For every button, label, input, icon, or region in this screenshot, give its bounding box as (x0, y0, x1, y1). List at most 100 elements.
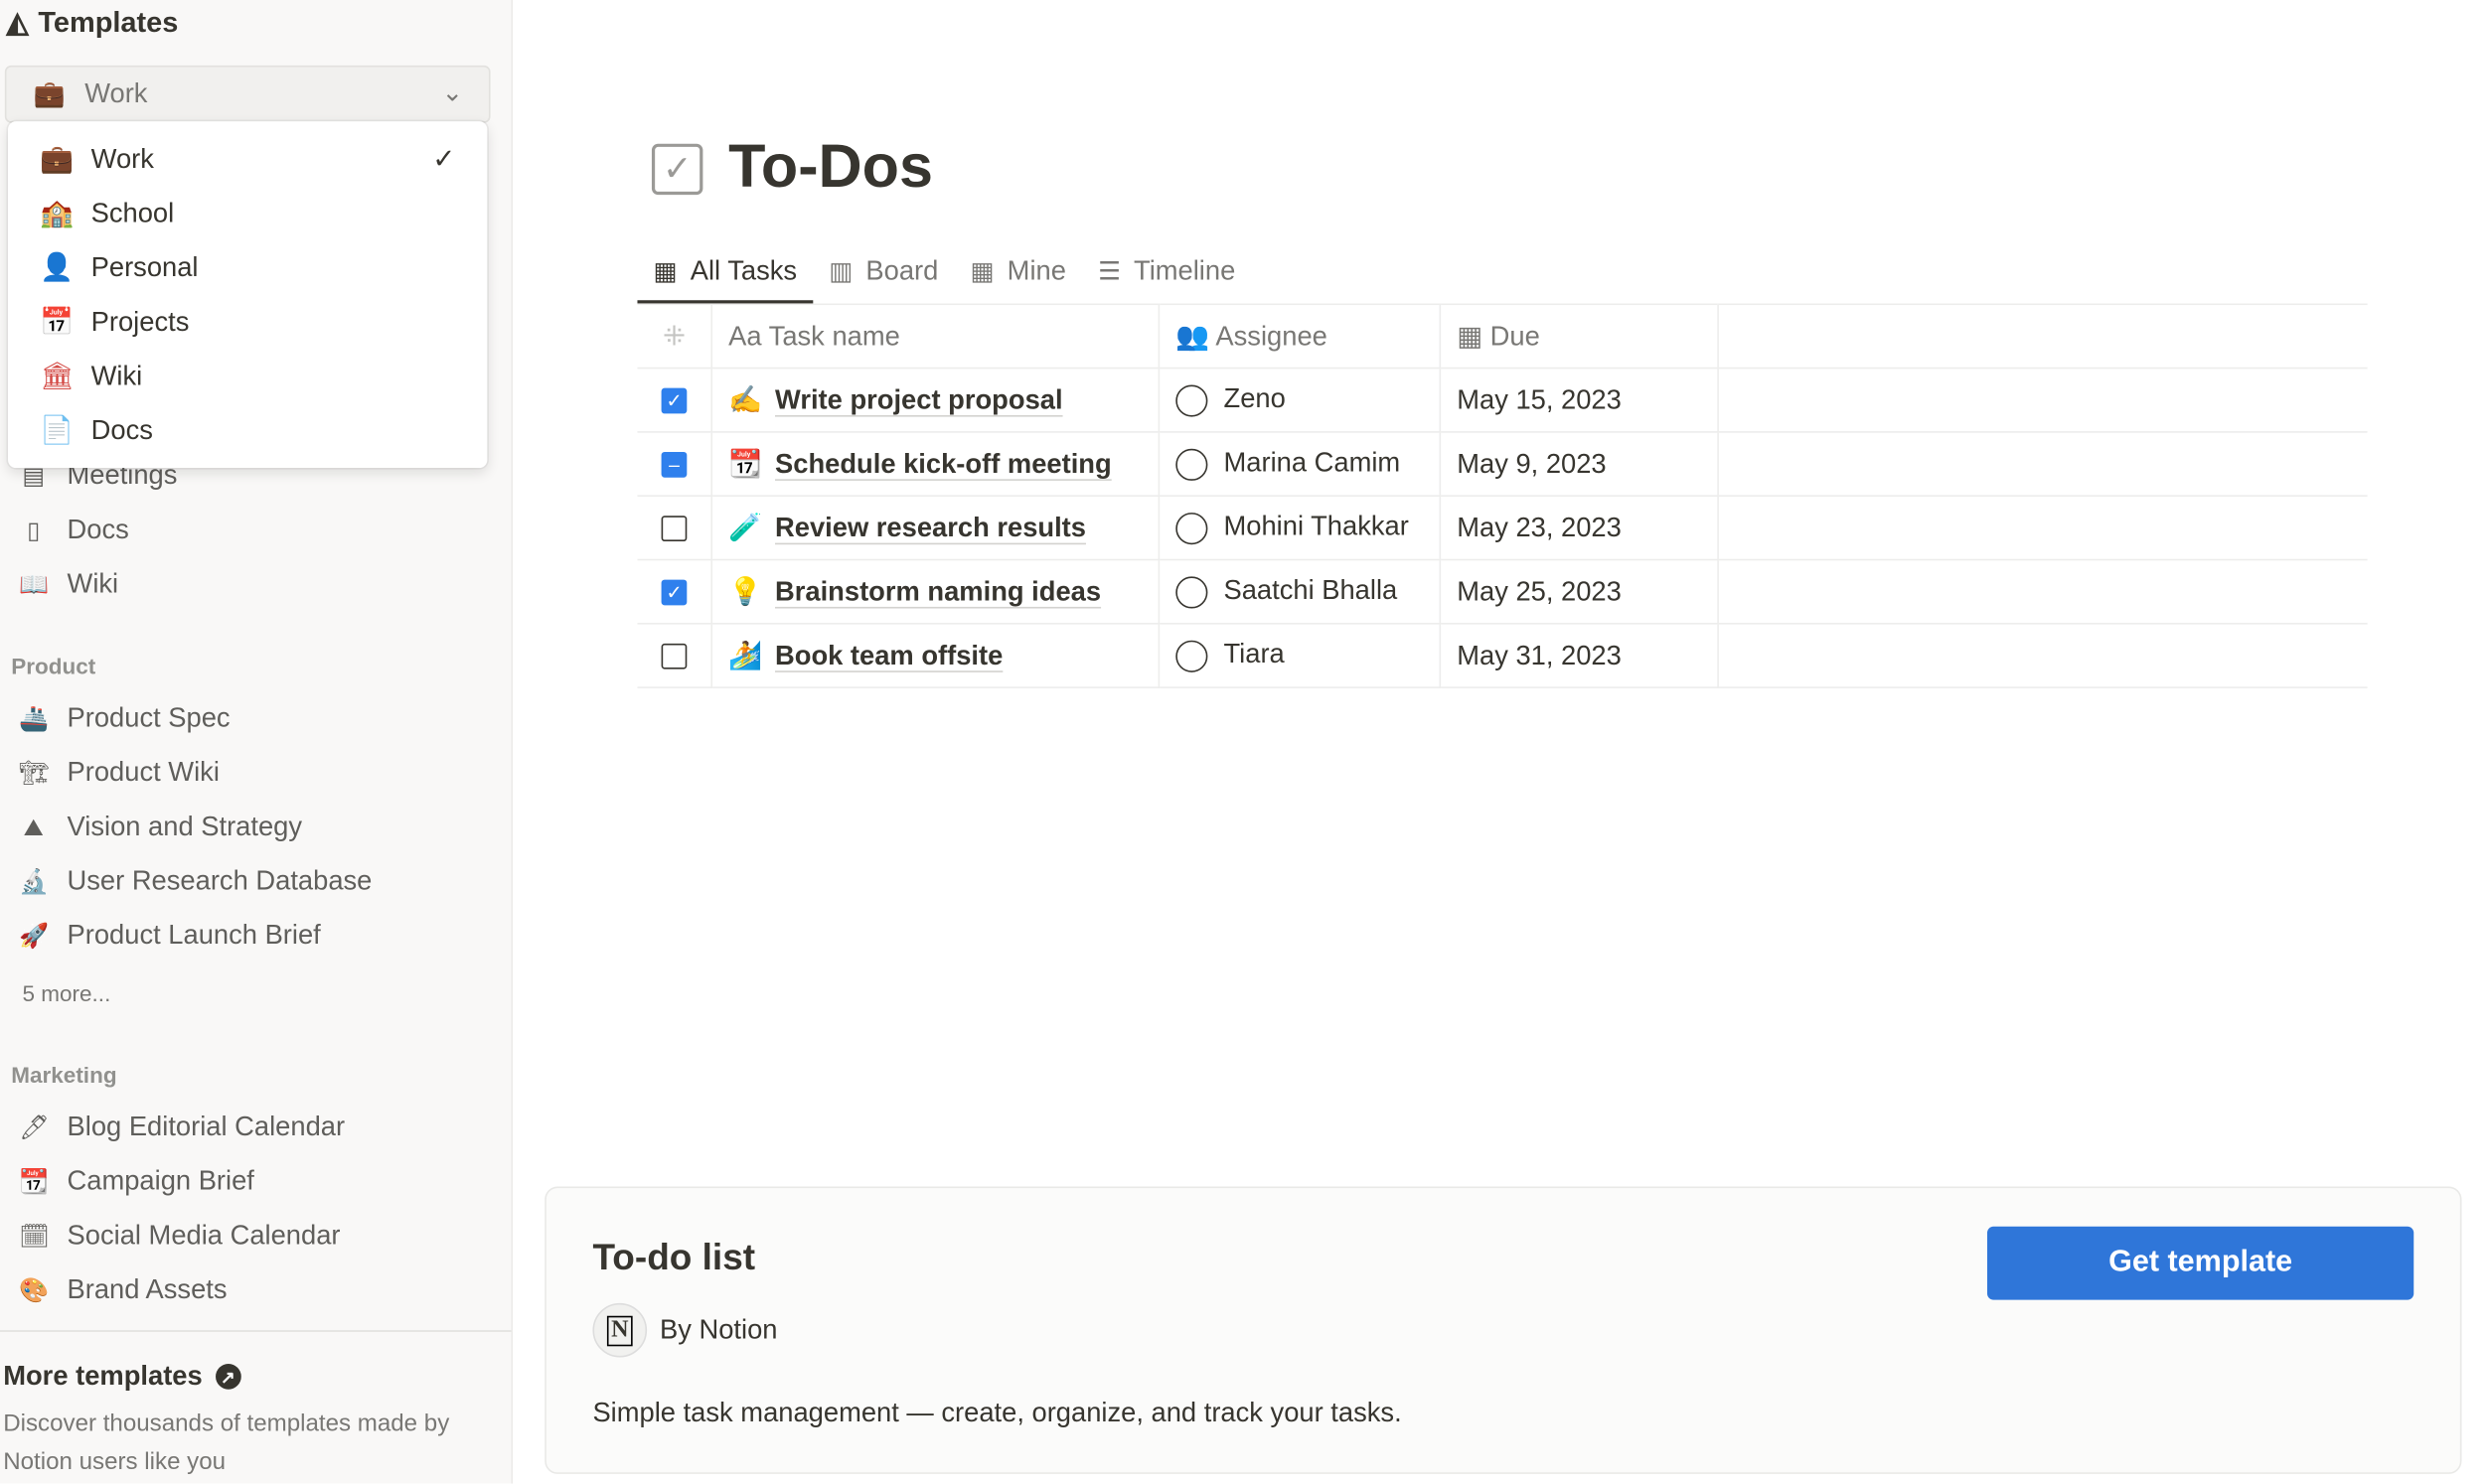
tab-mine[interactable]: ▦ Mine (954, 242, 1082, 300)
due-cell[interactable]: May 31, 2023 (1440, 623, 1719, 688)
due-cell[interactable]: May 15, 2023 (1440, 368, 1719, 433)
due-cell[interactable]: May 25, 2023 (1440, 559, 1719, 625)
calendar-icon: 📅 (40, 306, 75, 338)
empty-cell (1718, 623, 2368, 688)
empty-cell (1718, 559, 2368, 625)
chevron-down-icon: ⌄ (441, 79, 464, 107)
task-name[interactable]: Review research results (775, 512, 1086, 542)
document-icon: 📄 (40, 415, 75, 446)
due-date: May 25, 2023 (1457, 575, 1622, 607)
get-template-button[interactable]: Get template (1986, 1226, 2414, 1300)
sidebar-item-product-spec[interactable]: 🚢 Product Spec (19, 702, 230, 734)
checkbox-checked[interactable]: ✓ (661, 579, 688, 606)
task-cell[interactable]: 📆 Schedule kick-off meeting (711, 431, 1161, 497)
sidebar-item-brand-assets[interactable]: 🎨 Brand Assets (19, 1274, 227, 1306)
category-select[interactable]: 💼 Work ⌄ (4, 65, 491, 123)
checkbox-checked[interactable]: ✓ (661, 387, 688, 414)
calendar-icon: ▦ (1457, 320, 1483, 351)
briefcase-icon: 💼 (33, 80, 66, 109)
task-name[interactable]: Schedule kick-off meeting (775, 448, 1112, 479)
due-cell[interactable]: May 23, 2023 (1440, 496, 1719, 561)
table-row: ✓ ✍️ Write project proposal Zeno May 15, 202… (637, 368, 2368, 433)
calendar-icon: 📆 (19, 1168, 50, 1197)
table-header: ⁜ Aa Task name 👥 Assignee ▦ Due (637, 304, 2368, 370)
assignee-cell[interactable]: Zeno (1159, 368, 1442, 433)
template-author: N By Notion (592, 1302, 777, 1358)
book-icon: 📖 (19, 571, 50, 599)
task-name[interactable]: Book team offsite (775, 640, 1003, 670)
checkbox-unchecked[interactable] (661, 643, 688, 669)
category-menu: 💼 Work ✓ 🏫 School 👤 Personal 📅 Projects 🏛 Wiki… (8, 121, 488, 469)
tab-timeline[interactable]: ☰ Timeline (1082, 242, 1251, 300)
sidebar-item-campaign-brief[interactable]: 📆 Campaign Brief (19, 1166, 254, 1198)
assignee-name: Tiara (1223, 639, 1285, 670)
section-heading-product: Product (11, 653, 96, 679)
sidebar-item-product-wiki[interactable]: 🏗 Product Wiki (19, 757, 220, 789)
sidebar-item-launch-brief[interactable]: 🚀 Product Launch Brief (19, 920, 320, 952)
more-templates-link[interactable]: More templates ↗ (3, 1361, 241, 1393)
checkbox-indeterminate[interactable]: – (661, 452, 688, 478)
people-icon: 👥 (1175, 320, 1210, 351)
more-link[interactable]: 5 more... (23, 980, 111, 1006)
menu-item-school[interactable]: 🏫 School (8, 187, 487, 241)
assignee-cell[interactable]: Saatchi Bhalla (1159, 559, 1442, 625)
external-link-icon: ↗ (215, 1363, 241, 1390)
menu-item-docs[interactable]: 📄 Docs (8, 404, 487, 459)
building-columns-icon: 🏛 (40, 361, 75, 391)
assignee-column-header[interactable]: 👥 Assignee (1159, 304, 1442, 370)
table-icon: ▦ (970, 258, 995, 286)
loading-icon: ⁜ (662, 320, 686, 351)
board-icon: ▥ (829, 258, 854, 286)
tab-all-tasks[interactable]: ▦ All Tasks (637, 242, 814, 304)
palette-icon: 🎨 (19, 1277, 50, 1305)
due-cell[interactable]: May 9, 2023 (1440, 431, 1719, 497)
task-cell[interactable]: 💡 Brainstorm naming ideas (711, 559, 1161, 625)
avatar (1175, 384, 1208, 417)
task-cell[interactable]: ✍️ Write project proposal (711, 368, 1161, 433)
status-cell: – (637, 431, 713, 497)
divider (0, 1330, 512, 1332)
menu-item-wiki[interactable]: 🏛 Wiki (8, 350, 487, 404)
mountain-icon: ⛰ (23, 814, 44, 841)
tasks-table: ⁜ Aa Task name 👥 Assignee ▦ Due ✓ ✍️ Write… (637, 303, 2368, 688)
pen-icon: 🖊 (19, 1114, 50, 1142)
status-column-header[interactable]: ⁜ (637, 304, 713, 370)
menu-item-work[interactable]: 💼 Work ✓ (8, 132, 487, 187)
menu-item-projects[interactable]: 📅 Projects (8, 295, 487, 350)
sidebar-item-vision-strategy[interactable]: ⛰ Vision and Strategy (19, 812, 302, 843)
task-name[interactable]: Brainstorm naming ideas (775, 576, 1101, 607)
templates-icon: ◭ (6, 6, 29, 39)
page-title: ✓ To-Dos (651, 134, 933, 203)
task-cell[interactable]: 🧪 Review research results (711, 496, 1161, 561)
table-row: 🏄 Book team offsite Tiara May 31, 2023 (637, 623, 2368, 688)
due-column-header[interactable]: ▦ Due (1440, 304, 1719, 370)
view-tabs: ▦ All Tasks ▥ Board ▦ Mine ☰ Timeline (637, 242, 1251, 304)
due-date: May 15, 2023 (1457, 383, 1622, 415)
checkbox-unchecked[interactable] (661, 516, 688, 542)
template-description: Simple task management — create, organiz… (592, 1397, 1402, 1428)
sidebar-item-wiki[interactable]: 📖 Wiki (19, 568, 118, 600)
sidebar-item-docs[interactable]: ▯ Docs (19, 515, 129, 546)
sidebar-item-user-research[interactable]: 🔬 User Research Database (19, 865, 372, 897)
task-emoji-icon: 🏄 (728, 639, 763, 670)
sidebar-item-blog-calendar[interactable]: 🖊 Blog Editorial Calendar (19, 1112, 345, 1143)
template-title: To-do list (592, 1236, 756, 1278)
assignee-cell[interactable]: Tiara (1159, 623, 1442, 688)
task-cell[interactable]: 🏄 Book team offsite (711, 623, 1161, 688)
task-name[interactable]: Write project proposal (775, 384, 1063, 415)
construction-icon: 🏗 (19, 760, 50, 788)
menu-item-personal[interactable]: 👤 Personal (8, 241, 487, 296)
assignee-cell[interactable]: Mohini Thakkar (1159, 496, 1442, 561)
assignee-cell[interactable]: Marina Camim (1159, 431, 1442, 497)
school-icon: 🏫 (40, 198, 75, 228)
more-templates-description: Discover thousands of templates made by … (3, 1410, 450, 1476)
microscope-icon: 🔬 (19, 868, 50, 896)
task-name-column-header[interactable]: Aa Task name (711, 304, 1161, 370)
empty-cell (1718, 431, 2368, 497)
tab-board[interactable]: ▥ Board (813, 242, 954, 300)
due-date: May 9, 2023 (1457, 447, 1607, 479)
empty-cell (1718, 496, 2368, 561)
assignee-name: Saatchi Bhalla (1223, 575, 1398, 606)
due-date: May 31, 2023 (1457, 639, 1622, 670)
sidebar-item-social-calendar[interactable]: 🗓 Social Media Calendar (19, 1220, 340, 1252)
